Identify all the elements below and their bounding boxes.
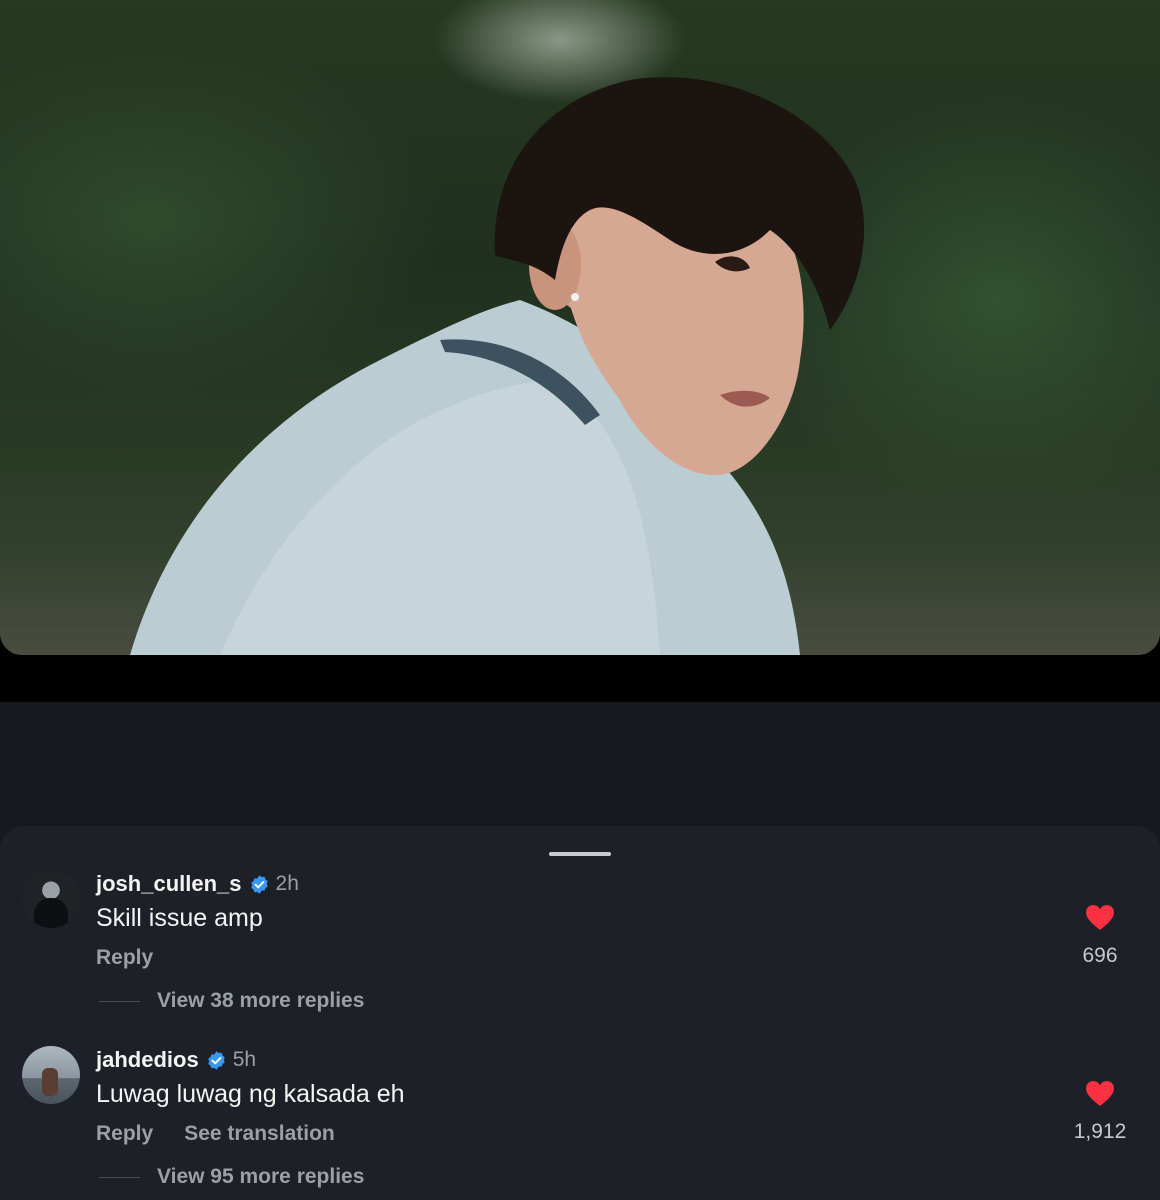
media-spacer bbox=[0, 655, 1160, 702]
view-replies-button[interactable]: View 38 more replies bbox=[99, 989, 364, 1013]
comment-text: Skill issue amp bbox=[96, 904, 263, 932]
comment-text: Luwag luwag ng kalsada eh bbox=[96, 1080, 405, 1108]
view-replies-label: View 95 more replies bbox=[157, 1165, 365, 1188]
video-still-figure bbox=[130, 77, 865, 655]
verified-badge-icon bbox=[250, 874, 268, 894]
sheet-drag-handle[interactable] bbox=[549, 852, 611, 856]
comment-time: 5h bbox=[232, 1048, 257, 1071]
like-count: 696 bbox=[1082, 944, 1118, 967]
view-replies-label: View 38 more replies bbox=[157, 989, 365, 1012]
comment-username[interactable]: josh_cullen_s bbox=[96, 871, 242, 897]
like-control[interactable]: 1,912 bbox=[1060, 1080, 1140, 1144]
heart-icon[interactable] bbox=[1085, 904, 1115, 931]
view-replies-button[interactable]: View 95 more replies bbox=[99, 1165, 364, 1189]
avatar[interactable] bbox=[22, 1046, 80, 1104]
comment-header: josh_cullen_s 2h bbox=[96, 870, 299, 898]
comment-actions: Reply bbox=[96, 946, 153, 970]
comment-item: josh_cullen_s 2h Skill issue amp Reply V… bbox=[0, 870, 1160, 1020]
like-control[interactable]: 696 bbox=[1060, 904, 1140, 968]
video-player[interactable] bbox=[0, 0, 1160, 655]
heart-icon[interactable] bbox=[1085, 1080, 1115, 1107]
reply-button[interactable]: Reply bbox=[96, 946, 153, 970]
comment-header: jahdedios 5h bbox=[96, 1046, 256, 1074]
replies-divider-line bbox=[99, 1000, 140, 1002]
like-count: 1,912 bbox=[1073, 1120, 1127, 1143]
comment-time: 2h bbox=[275, 872, 299, 895]
avatar[interactable] bbox=[22, 870, 80, 928]
comment-username[interactable]: jahdedios bbox=[96, 1047, 199, 1073]
replies-divider-line bbox=[99, 1176, 140, 1178]
reply-button[interactable]: Reply bbox=[96, 1122, 153, 1146]
verified-badge-icon bbox=[207, 1050, 225, 1070]
see-translation-button[interactable]: See translation bbox=[184, 1122, 335, 1146]
comments-sheet[interactable]: josh_cullen_s 2h Skill issue amp Reply V… bbox=[0, 826, 1160, 1200]
comment-item: jahdedios 5h Luwag luwag ng kalsada eh R… bbox=[0, 1046, 1160, 1196]
comment-actions: Reply See translation bbox=[96, 1122, 335, 1146]
